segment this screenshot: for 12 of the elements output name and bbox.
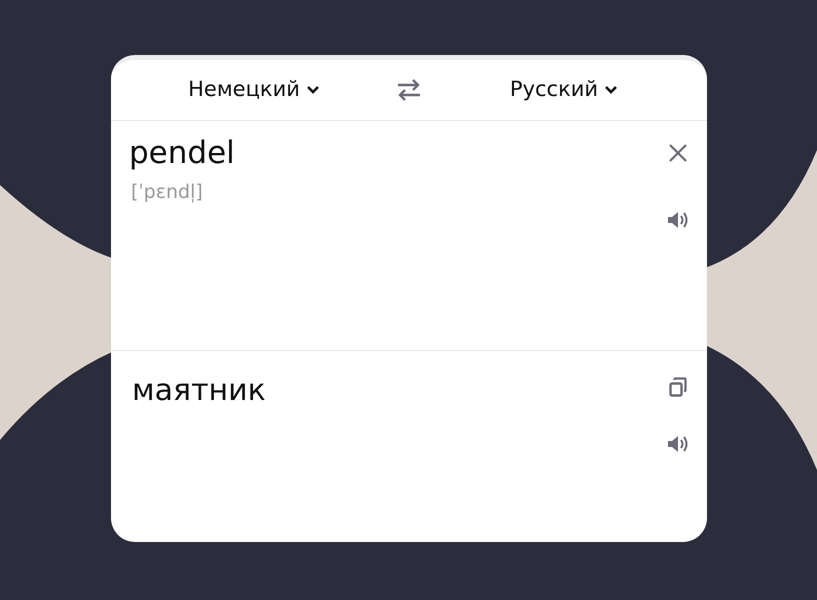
translation-text: маятник (132, 373, 266, 410)
swap-languages-icon[interactable] (397, 79, 421, 101)
copy-icon[interactable] (669, 377, 687, 397)
transcription-text: [ˈpɛndl̩] (131, 180, 204, 206)
speaker-icon[interactable] (667, 211, 689, 229)
target-language-dropdown[interactable]: Русский (510, 74, 618, 106)
chevron-down-icon (604, 85, 618, 95)
chevron-down-icon (306, 85, 320, 95)
source-text[interactable]: pendel (129, 135, 235, 172)
source-language-dropdown[interactable]: Немецкий (188, 74, 320, 106)
close-icon[interactable] (668, 143, 688, 163)
speaker-icon[interactable] (667, 435, 689, 453)
